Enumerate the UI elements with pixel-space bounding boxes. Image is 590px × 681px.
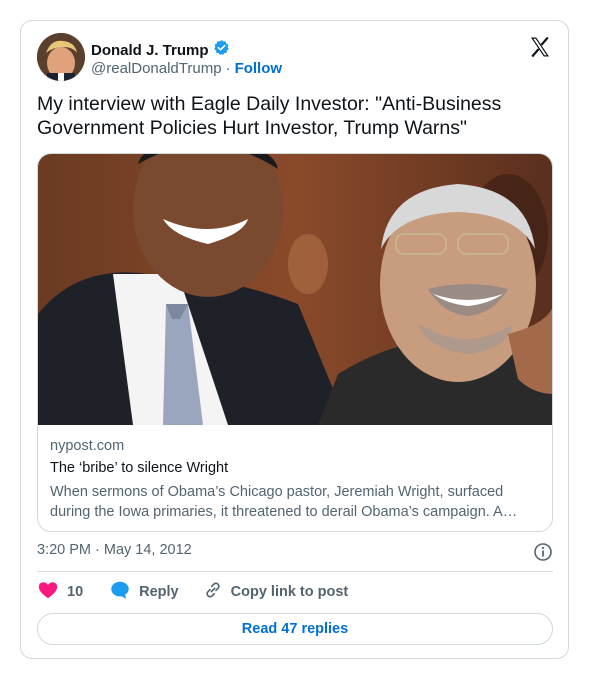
divider <box>37 571 553 572</box>
post-timestamp[interactable]: 3:20 PM · May 14, 2012 <box>37 542 192 558</box>
x-logo-icon[interactable] <box>528 35 552 59</box>
info-icon[interactable] <box>533 542 553 562</box>
link-description: When sermons of Obama’s Chicago pastor, … <box>50 484 518 520</box>
post-text: My interview with Eagle Daily Investor: … <box>37 93 502 139</box>
timestamp-row: 3:20 PM · May 14, 2012 <box>37 542 553 562</box>
author-name[interactable]: Donald J. Trump <box>91 42 209 59</box>
author-handle-row: @realDonaldTrump · Follow <box>91 60 282 77</box>
link-icon <box>203 580 223 604</box>
link-preview-meta: nypost.com The ‘bribe’ to silence Wright… <box>50 438 540 522</box>
author-handle[interactable]: @realDonaldTrump <box>91 60 222 77</box>
author-name-row: Donald J. Trump <box>91 39 230 61</box>
avatar-photo <box>37 33 85 81</box>
copy-link-button[interactable]: Copy link to post <box>203 580 349 604</box>
link-title: The ‘bribe’ to silence Wright <box>50 460 229 476</box>
link-preview-image <box>38 154 552 425</box>
post-actions: 10 Reply Copy link to post <box>37 581 553 603</box>
read-replies-button[interactable]: Read 47 replies <box>37 613 553 645</box>
avatar[interactable] <box>37 33 85 81</box>
reply-label: Reply <box>139 584 179 600</box>
copy-link-label: Copy link to post <box>230 584 349 600</box>
separator-dot: · <box>225 60 231 77</box>
link-domain: nypost.com <box>50 438 125 454</box>
verified-badge-icon <box>213 39 230 61</box>
link-preview-card[interactable]: nypost.com The ‘bribe’ to silence Wright… <box>37 153 553 532</box>
reply-bubble-icon <box>109 579 131 605</box>
follow-button[interactable]: Follow <box>235 60 283 77</box>
reply-button[interactable]: Reply <box>109 579 179 605</box>
heart-icon <box>37 579 59 605</box>
like-count: 10 <box>67 584 84 600</box>
like-button[interactable]: 10 <box>37 579 83 605</box>
embedded-post-card: Donald J. Trump @realDonaldTrump · Follo… <box>20 20 569 659</box>
